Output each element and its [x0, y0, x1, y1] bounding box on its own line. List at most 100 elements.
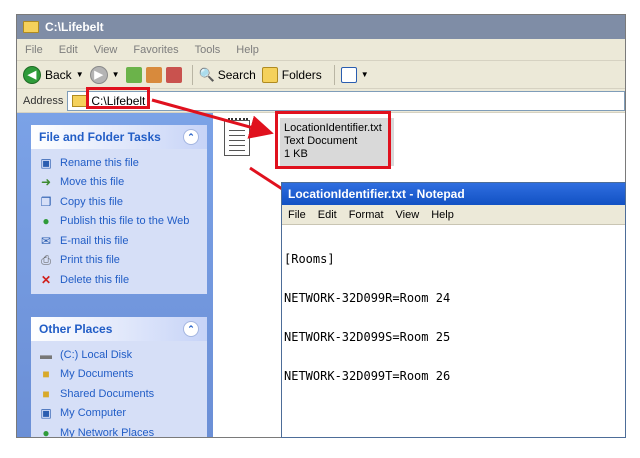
np-menu-help[interactable]: Help: [431, 209, 454, 221]
delete-toolbar-icon[interactable]: [165, 66, 182, 83]
file-highlight: [275, 111, 391, 169]
folder-icon: ■: [42, 367, 50, 382]
place-label: (C:) Local Disk: [60, 348, 133, 361]
menu-help[interactable]: Help: [236, 44, 259, 56]
copy-icon: ❐: [40, 194, 52, 209]
menu-tools[interactable]: Tools: [195, 44, 221, 56]
text-line: [229, 150, 245, 151]
computer-icon: ▣: [40, 406, 52, 421]
collapse-up-icon[interactable]: ⌃: [183, 321, 199, 337]
np-menu-edit[interactable]: Edit: [318, 209, 337, 221]
other-places-title: Other Places: [39, 322, 113, 336]
delete-icon: ✕: [40, 272, 52, 287]
folders-label: Folders: [281, 67, 322, 82]
other-places-panel: Other Places ⌃ ▬ (C:) Local Disk ■ My Docu…: [31, 317, 207, 438]
task-email[interactable]: ✉ E-mail this file: [39, 231, 199, 251]
notepad-window: LocationIdentifier.txt - Notepad File Ed…: [281, 182, 626, 438]
menu-favorites[interactable]: Favorites: [133, 44, 178, 56]
chevron-down-icon[interactable]: ▼: [112, 70, 120, 79]
place-my-computer[interactable]: ▣ My Computer: [39, 404, 199, 424]
rename-icon: ▣: [40, 155, 52, 170]
views-icon: [340, 66, 357, 83]
text-line: NETWORK-32D099R=Room 24: [284, 291, 451, 305]
notepad-text-area[interactable]: [Rooms] NETWORK-32D099R=Room 24 NETWORK-…: [282, 225, 625, 411]
place-shared-documents[interactable]: ■ Shared Documents: [39, 384, 199, 404]
task-print[interactable]: ⎙ Print this file: [39, 251, 199, 271]
move-to-icon[interactable]: [145, 66, 162, 83]
back-button[interactable]: ◀ Back ▼: [23, 65, 84, 84]
text-line: NETWORK-32D099T=Room 26: [284, 369, 451, 383]
printer-icon: ⎙: [41, 252, 51, 267]
email-icon: ✉: [40, 233, 52, 248]
file-folder-tasks-panel: File and Folder Tasks ⌃ ▣ Rename this fil…: [31, 125, 207, 294]
address-label: Address: [23, 94, 64, 107]
back-label: Back: [45, 67, 72, 82]
menu-file[interactable]: File: [25, 44, 43, 56]
views-button[interactable]: ▼: [340, 66, 369, 83]
toolbar-divider: [191, 64, 193, 85]
place-label: My Network Places: [60, 426, 155, 438]
task-move[interactable]: ➜ Move this file: [39, 173, 199, 193]
chevron-down-icon: ▼: [360, 70, 369, 79]
task-label: Delete this file: [60, 273, 130, 286]
text-line: [229, 145, 245, 146]
task-rename[interactable]: ▣ Rename this file: [39, 153, 199, 173]
menu-edit[interactable]: Edit: [59, 44, 78, 56]
notepad-titlebar[interactable]: LocationIdentifier.txt - Notepad: [282, 183, 625, 205]
text-file-icon[interactable]: [224, 118, 250, 156]
task-delete[interactable]: ✕ Delete this file: [39, 270, 199, 290]
np-menu-format[interactable]: Format: [349, 209, 384, 221]
file-tasks-title: File and Folder Tasks: [39, 130, 161, 144]
np-menu-view[interactable]: View: [396, 209, 420, 221]
menu-view[interactable]: View: [94, 44, 118, 56]
toolbar-divider: [333, 64, 335, 85]
task-copy[interactable]: ❐ Copy this file: [39, 192, 199, 212]
folders-button[interactable]: Folders: [261, 66, 322, 83]
text-line: [229, 140, 245, 141]
text-line: [229, 130, 245, 131]
notepad-title: LocationIdentifier.txt - Notepad: [288, 187, 465, 201]
np-menu-file[interactable]: File: [288, 209, 306, 221]
task-publish[interactable]: ● Publish this file to the Web: [39, 212, 199, 232]
collapse-up-icon[interactable]: ⌃: [183, 129, 199, 145]
notepad-menu-bar: File Edit Format View Help: [282, 205, 625, 225]
other-places-header[interactable]: Other Places ⌃: [31, 317, 207, 341]
place-network[interactable]: ● My Network Places: [39, 423, 199, 438]
toolbar: ◀ Back ▼ ▶ ▼ 🔍 Search Folders ▼: [17, 61, 625, 89]
notepad-ring-icon: [228, 118, 248, 123]
folder-icon: [23, 21, 39, 33]
address-input[interactable]: C:\Lifebelt: [67, 90, 625, 111]
folder-icon: ■: [42, 386, 50, 401]
file-tasks-header[interactable]: File and Folder Tasks ⌃: [31, 125, 207, 149]
task-label: Publish this file to the Web: [60, 215, 190, 228]
text-line: [229, 135, 245, 136]
address-highlight: [86, 87, 150, 109]
chevron-down-icon[interactable]: ▼: [76, 70, 84, 79]
up-folder-icon[interactable]: [125, 66, 142, 83]
search-label: Search: [217, 67, 256, 82]
disk-icon: ▬: [40, 347, 52, 362]
forward-arrow-icon: ▶: [89, 65, 108, 84]
place-label: My Documents: [60, 368, 134, 381]
place-label: Shared Documents: [60, 387, 155, 400]
text-line: NETWORK-32D099S=Room 25: [284, 330, 451, 344]
back-arrow-icon: ◀: [23, 65, 41, 84]
forward-button[interactable]: ▶ ▼: [89, 65, 120, 84]
task-label: E-mail this file: [60, 234, 129, 247]
task-label: Copy this file: [60, 195, 123, 208]
place-label: My Computer: [60, 407, 127, 420]
search-button[interactable]: 🔍 Search: [199, 67, 256, 83]
search-icon: 🔍: [198, 66, 215, 82]
task-label: Move this file: [60, 176, 125, 189]
place-local-disk[interactable]: ▬ (C:) Local Disk: [39, 345, 199, 365]
explorer-titlebar[interactable]: C:\Lifebelt: [17, 15, 625, 39]
task-label: Rename this file: [60, 156, 139, 169]
window-title: C:\Lifebelt: [45, 20, 104, 34]
menu-bar: File Edit View Favorites Tools Help: [17, 39, 625, 61]
task-label: Print this file: [60, 254, 120, 267]
task-pane: File and Folder Tasks ⌃ ▣ Rename this fil…: [17, 113, 213, 438]
place-my-documents[interactable]: ■ My Documents: [39, 365, 199, 385]
globe-icon: ●: [42, 214, 50, 229]
folders-icon: [261, 66, 278, 83]
move-icon: ➜: [40, 175, 52, 190]
